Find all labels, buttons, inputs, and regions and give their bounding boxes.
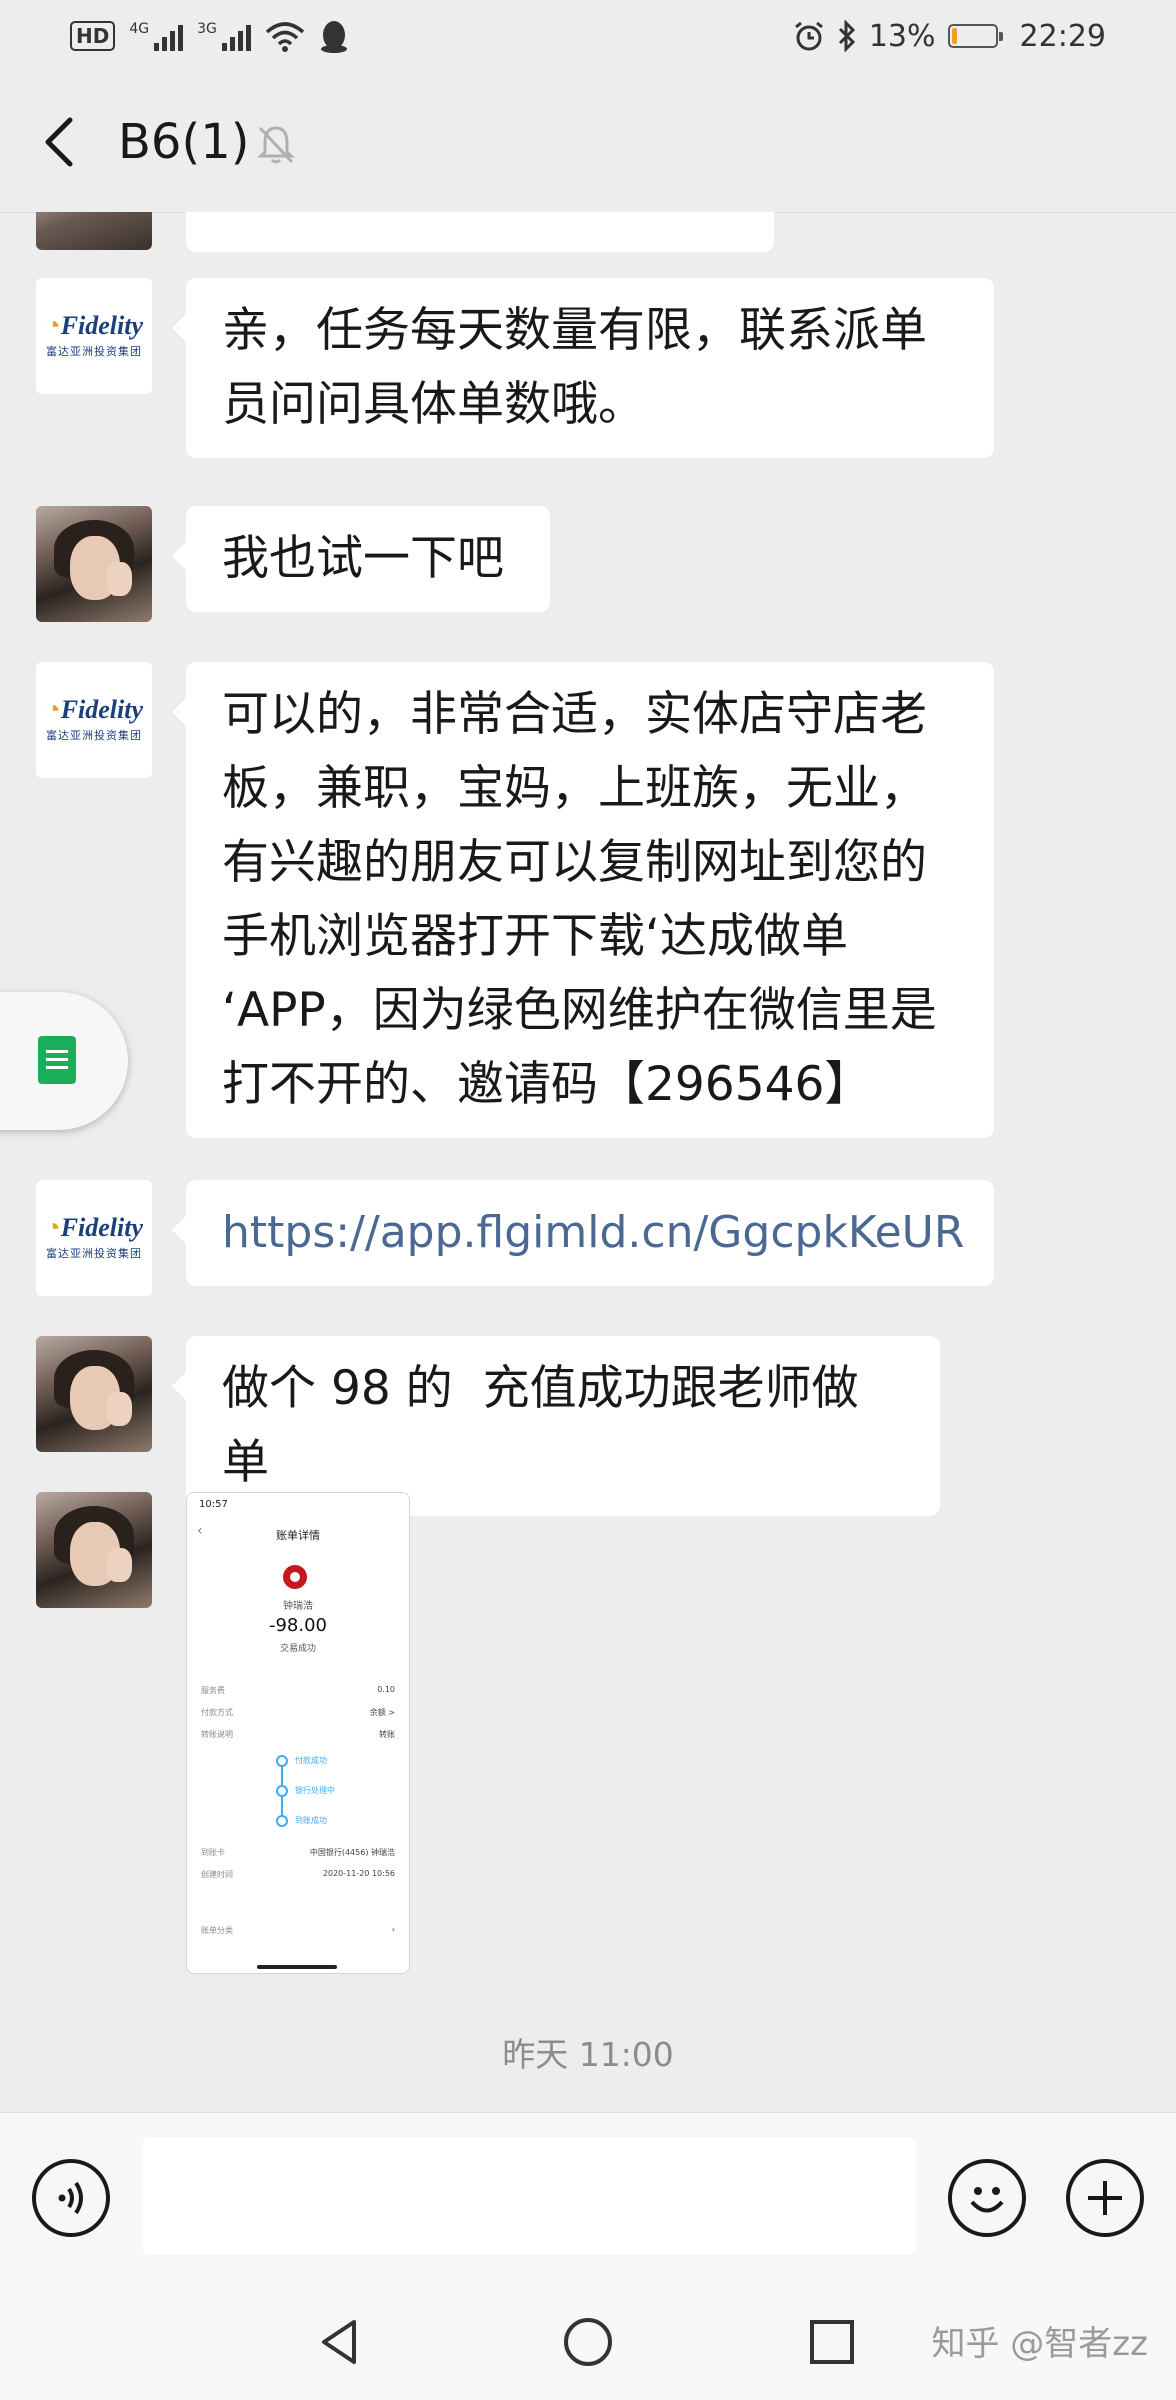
bank-logo-icon	[283, 1565, 307, 1589]
thumb-time: 10:57	[199, 1499, 228, 1510]
back-triangle-icon[interactable]	[310, 2312, 370, 2372]
emoji-icon	[970, 2187, 1004, 2213]
emoji-button[interactable]	[948, 2159, 1026, 2237]
avatar-fidelity[interactable]: ◔Fidelity 富达亚洲投资集团	[36, 662, 152, 778]
fidelity-logo: ◔Fidelity	[44, 695, 144, 724]
avatar-fidelity[interactable]: ◔Fidelity 富达亚洲投资集团	[36, 1180, 152, 1296]
step-dot	[276, 1815, 288, 1827]
recent-square-icon[interactable]	[802, 2312, 862, 2372]
message-input[interactable]	[142, 2137, 916, 2255]
thumb-home-indicator	[257, 1965, 337, 1969]
mute-bell-icon	[257, 126, 295, 164]
fidelity-logo: ◔Fidelity	[44, 1213, 144, 1242]
avatar[interactable]	[36, 212, 152, 250]
message-bubble[interactable]: 可以的，非常合适，实体店守店老 板，兼职，宝妈，上班族，无业， 有兴趣的朋友可以…	[172, 662, 994, 1138]
message-bubble-partial[interactable]	[186, 212, 774, 252]
link-bubble[interactable]: https://app.flgimld.cn/GgcpkKeUR	[172, 1180, 994, 1286]
fidelity-sub: 富达亚洲投资集团	[46, 1247, 142, 1260]
status-left: HD 4G 3G	[70, 14, 349, 58]
input-bar	[0, 2112, 1176, 2283]
signal-4g-icon: 4G	[129, 21, 184, 51]
bluetooth-icon	[838, 20, 855, 52]
alarm-icon	[794, 21, 823, 51]
watermark: 知乎 @智者zz	[931, 2324, 1148, 2364]
avatar-user[interactable]	[36, 1492, 152, 1608]
plus-icon	[1088, 2181, 1122, 2215]
message-bubble[interactable]: 我也试一下吧	[172, 506, 550, 612]
chat-title[interactable]: B6(1)	[118, 108, 249, 176]
wifi-icon	[265, 22, 305, 52]
thumb-step: 到账成功	[295, 1816, 327, 1825]
more-button[interactable]	[1066, 2159, 1144, 2237]
battery-icon	[947, 24, 1003, 48]
message-bubble[interactable]: 做个 98 的 充值成功跟老师做单	[172, 1336, 940, 1516]
step-dot	[276, 1755, 288, 1767]
net-type-label-2: 3G	[197, 21, 217, 37]
thumb-row: 账单分类 ›	[201, 1925, 395, 1935]
status-bar: HD 4G 3G 13% 22:29	[0, 0, 1176, 72]
back-icon[interactable]	[30, 110, 90, 174]
chat-message-list[interactable]: ◔Fidelity 富达亚洲投资集团 亲，任务每天数量有限，联系派单 员问问具体…	[0, 212, 1176, 2112]
system-nav-bar: 知乎 @智者zz	[0, 2282, 1176, 2400]
avatar-user[interactable]	[36, 1336, 152, 1452]
hd-badge: HD	[70, 21, 116, 51]
qq-penguin-icon	[320, 21, 347, 53]
message-bubble[interactable]: 亲，任务每天数量有限，联系派单 员问问具体单数哦。	[172, 278, 994, 458]
chat-header: B6(1)	[0, 72, 1176, 213]
thumb-row: 创建时间 2020-11-20 10:56	[201, 1869, 395, 1879]
thumb-row: 到账卡 中国银行(4456) 钟瑞浩	[201, 1848, 395, 1857]
signal-3g-icon: 3G	[197, 21, 251, 51]
fidelity-logo: ◔Fidelity	[44, 311, 144, 340]
thumb-state: 交易成功	[279, 1644, 316, 1654]
thumb-payee: 钟瑞浩	[283, 1601, 313, 1612]
status-right: 13% 22:29	[793, 14, 1106, 58]
thumb-amount: -98.00	[268, 1615, 328, 1636]
voice-button[interactable]	[32, 2159, 110, 2237]
image-message-receipt[interactable]: 10:57 ‹ 账单详情 钟瑞浩 -98.00 交易成功 服务费 0.10 付款方…	[186, 1492, 410, 1974]
fidelity-sub: 富达亚洲投资集团	[46, 345, 142, 358]
step-dot	[276, 1785, 288, 1797]
thumb-row: 付款方式 余额 >	[201, 1708, 395, 1717]
thumb-row: 服务费 0.10	[201, 1685, 395, 1695]
avatar-fidelity[interactable]: ◔Fidelity 富达亚洲投资集团	[36, 278, 152, 394]
thumb-title: 账单详情	[276, 1529, 320, 1542]
message-timestamp: 昨天 11:00	[502, 2035, 674, 2074]
battery-percent: 13%	[868, 18, 936, 54]
document-icon	[38, 1036, 76, 1084]
avatar-user[interactable]	[36, 506, 152, 622]
thumb-row: 转账说明 转账	[201, 1730, 395, 1739]
clock: 22:29	[1019, 18, 1106, 54]
thumb-step: 银行处理中	[295, 1786, 335, 1795]
battery-fill	[951, 28, 957, 44]
net-type-label: 4G	[129, 21, 150, 37]
voice-icon	[58, 2181, 83, 2215]
fidelity-sub: 富达亚洲投资集团	[46, 729, 142, 742]
home-circle-icon[interactable]	[558, 2312, 618, 2372]
thumb-step: 付款成功	[295, 1756, 327, 1765]
